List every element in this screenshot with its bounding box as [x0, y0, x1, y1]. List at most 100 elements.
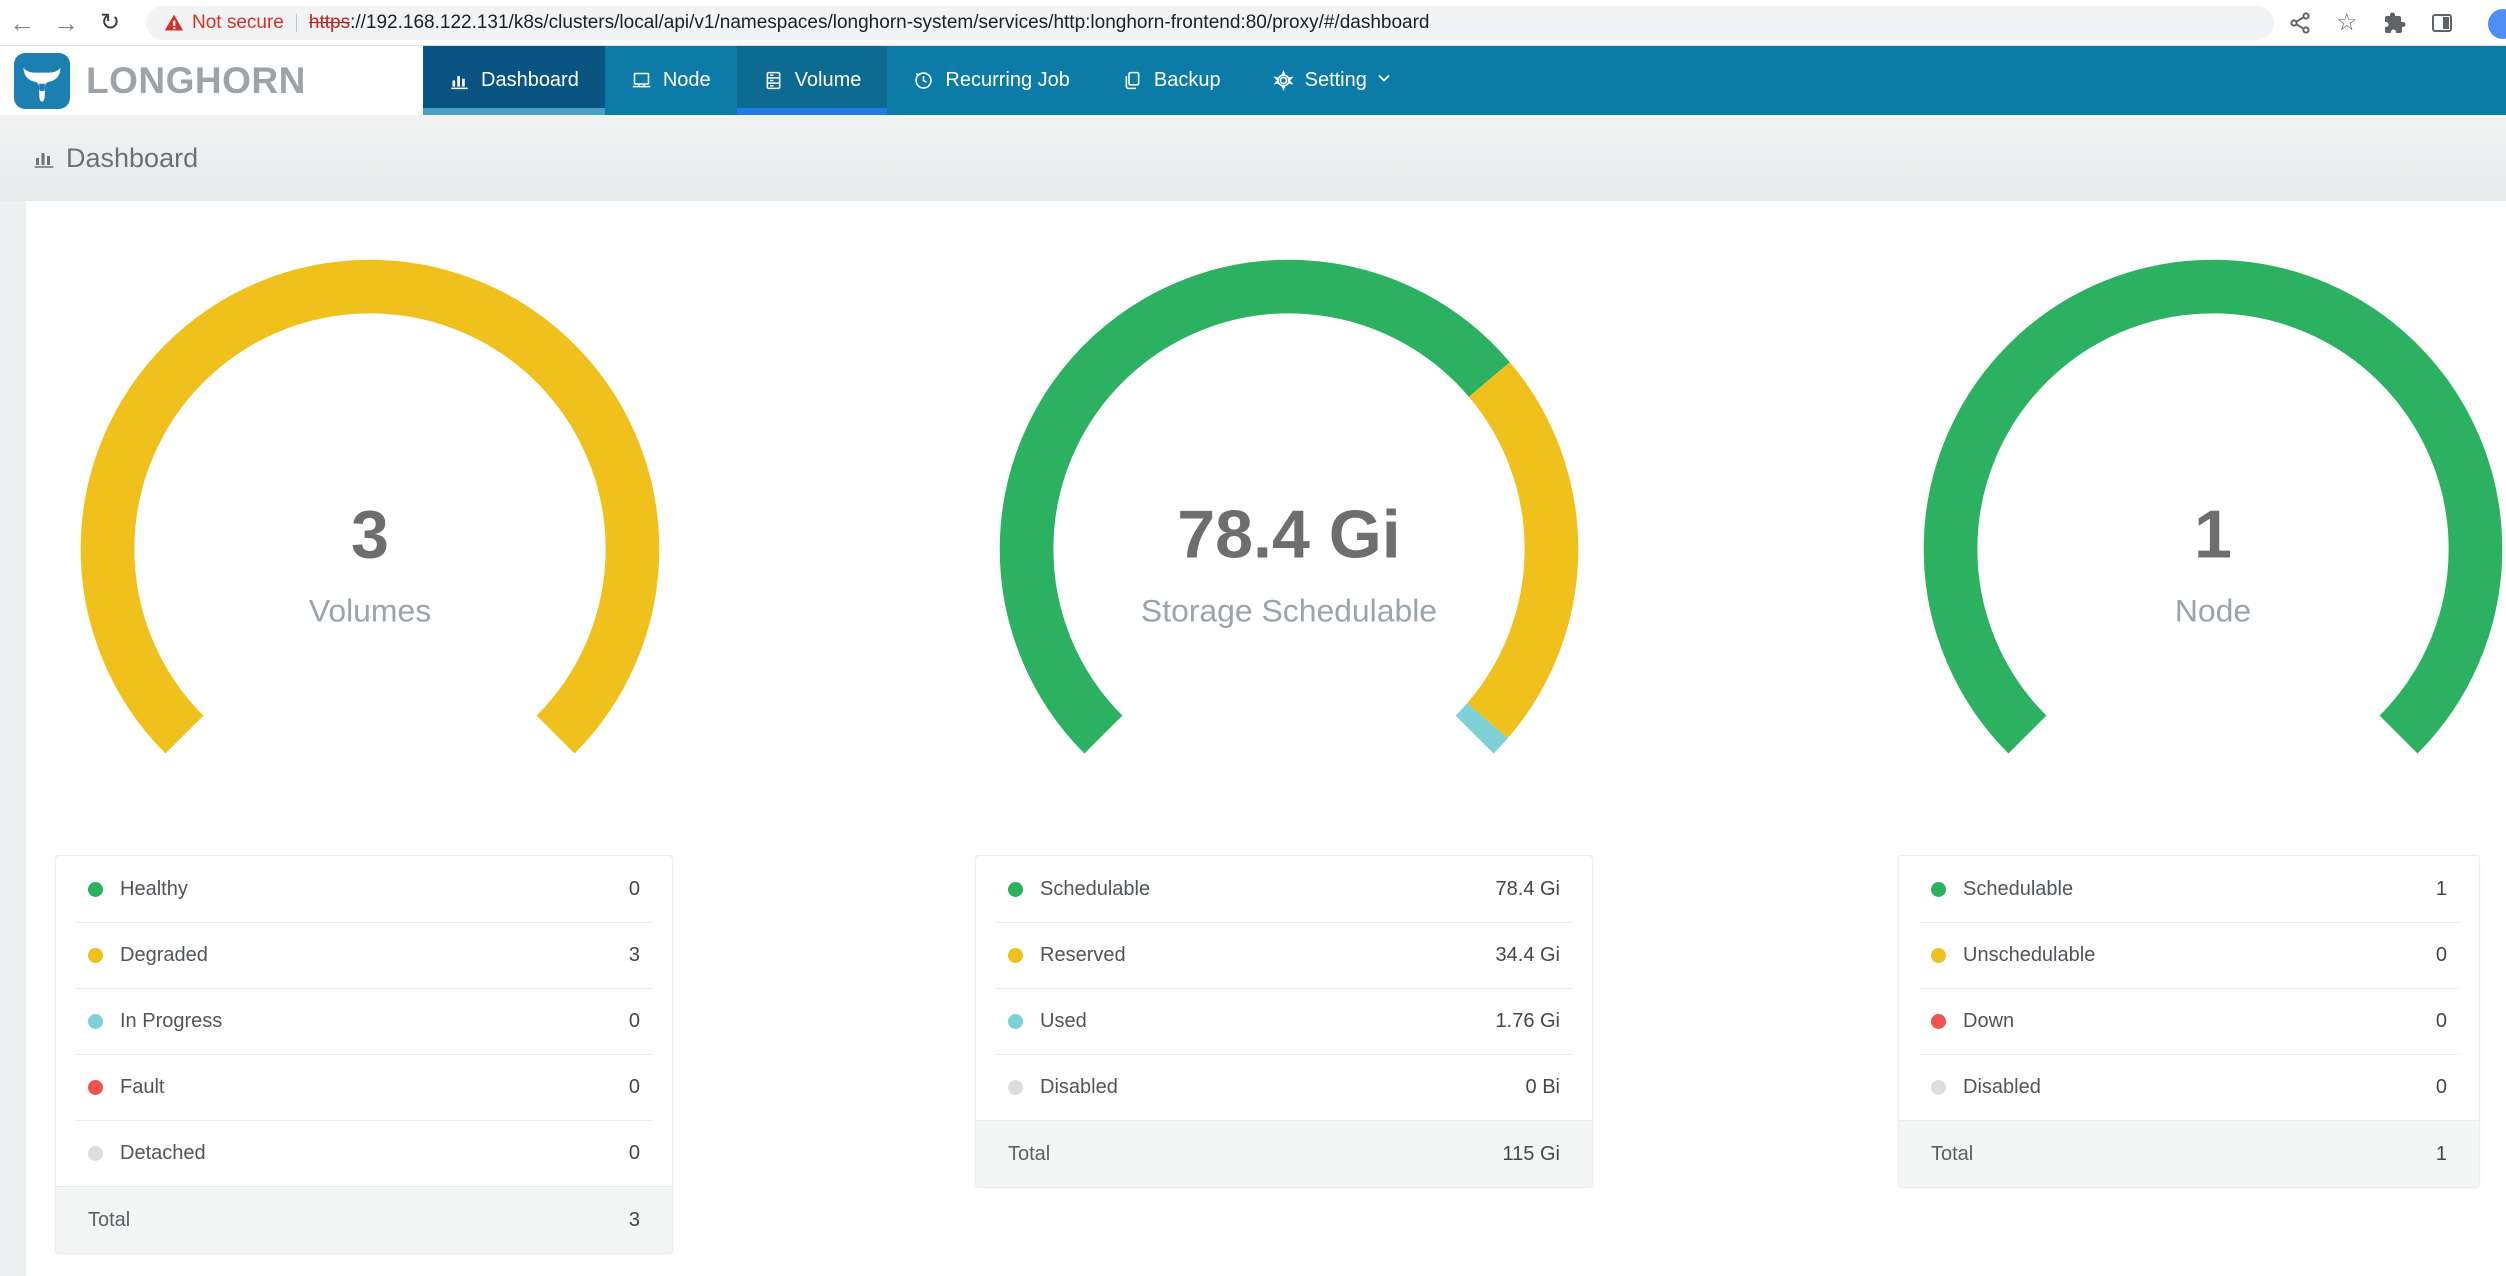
bull-logo-icon	[14, 53, 70, 109]
status-dot	[1008, 948, 1023, 963]
tab-underline	[1247, 108, 1418, 115]
legend-label: Schedulable	[1040, 878, 1496, 901]
nav-item-volume[interactable]: Volume	[737, 46, 888, 115]
status-dot	[88, 882, 103, 897]
legend-label: Schedulable	[1963, 878, 2436, 901]
node-icon	[631, 70, 652, 91]
address-bar[interactable]: Not secure https://192.168.122.131/k8s/c…	[146, 6, 2274, 40]
total-label: Total	[1931, 1143, 2436, 1166]
gauge-center-value: 78.4 Gi	[1177, 497, 1401, 573]
back-button[interactable]: ←	[0, 0, 44, 46]
browser-toolbar: ← → ↻ Not secure https://192.168.122.131…	[0, 0, 2506, 46]
reload-button[interactable]: ↻	[88, 0, 132, 46]
legend-row: Reserved34.4 Gi	[996, 922, 1572, 988]
status-dot	[1931, 948, 1946, 963]
total-label: Total	[1008, 1143, 1503, 1166]
legend-value: 0	[2436, 1010, 2447, 1033]
legend-value: 0	[629, 1076, 640, 1099]
nav-item-node[interactable]: Node	[605, 46, 737, 115]
gauge-center-label: Volumes	[309, 593, 431, 629]
browser-actions: ☆	[2288, 11, 2454, 35]
gauge-center-value: 1	[2194, 497, 2232, 573]
status-dot	[1931, 1014, 1946, 1029]
url-text: https://192.168.122.131/k8s/clusters/loc…	[309, 12, 1430, 34]
nav-item-label: Setting	[1305, 69, 1367, 92]
tab-underline	[1096, 108, 1247, 115]
legend-value: 0	[2436, 944, 2447, 967]
legend-total-row: Total3	[56, 1186, 672, 1253]
status-dot	[88, 1146, 103, 1161]
nav-item-backup[interactable]: Backup	[1096, 46, 1247, 115]
status-dot	[1931, 1080, 1946, 1095]
bar-chart-icon	[32, 146, 56, 170]
nav-item-dashboard[interactable]: Dashboard	[423, 46, 605, 115]
gauge-storage-schedulable: 78.4 GiStorage Schedulable	[999, 259, 1579, 844]
nav-item-recurring-job[interactable]: Recurring Job	[887, 46, 1096, 115]
status-dot	[1008, 1080, 1023, 1095]
status-dot	[1008, 1014, 1023, 1029]
gauge-node: 1 Node	[1923, 259, 2503, 844]
total-label: Total	[88, 1209, 629, 1232]
volume-icon	[763, 70, 784, 91]
nav-item-setting[interactable]: Setting	[1247, 46, 1418, 115]
page-title-bar: Dashboard	[0, 115, 2506, 201]
forward-button[interactable]: →	[44, 0, 88, 46]
gear-icon	[1273, 70, 1294, 91]
tab-underline	[737, 108, 888, 115]
brand-name: LONGHORN	[86, 60, 306, 102]
gauge-center-label: Node	[2175, 593, 2251, 629]
legend-label: Fault	[120, 1076, 629, 1099]
nav-item-label: Volume	[795, 69, 862, 92]
legend-row: Healthy0	[76, 856, 652, 922]
legend-card: Schedulable78.4 GiReserved34.4 GiUsed1.7…	[975, 855, 1593, 1188]
status-dot	[1931, 882, 1946, 897]
total-value: 1	[2436, 1143, 2447, 1166]
profile-avatar[interactable]	[2488, 9, 2506, 39]
side-panel-icon[interactable]	[2430, 11, 2454, 35]
tab-underline	[605, 108, 737, 115]
legend-value: 0	[2436, 1076, 2447, 1099]
main-nav: Dashboard Node Volume Recurring Job Backup Se…	[423, 46, 1418, 115]
status-dot	[88, 1014, 103, 1029]
legend-total-row: Total1	[1899, 1120, 2479, 1187]
legend-row: Detached0	[76, 1120, 652, 1186]
longhorn-logo[interactable]: LONGHORN	[0, 46, 423, 115]
legend-label: Degraded	[120, 944, 629, 967]
backup-icon	[1122, 70, 1143, 91]
legend-card: Healthy0Degraded3In Progress0Fault0Detac…	[55, 855, 673, 1254]
clock-icon	[913, 70, 934, 91]
gauge-chart: 1 Node	[1923, 259, 2503, 839]
total-value: 115 Gi	[1503, 1143, 1560, 1166]
legend-value: 0	[629, 878, 640, 901]
legend-label: Unschedulable	[1963, 944, 2436, 967]
legend-total-row: Total115 Gi	[976, 1120, 1592, 1187]
legend-row: Disabled0	[1919, 1054, 2459, 1120]
legend-label: Reserved	[1040, 944, 1496, 967]
not-secure-label: Not secure	[192, 12, 284, 34]
legend-label: Healthy	[120, 878, 629, 901]
nav-item-label: Backup	[1154, 69, 1221, 92]
legend-row: Schedulable78.4 Gi	[996, 856, 1572, 922]
share-icon[interactable]	[2288, 11, 2312, 35]
gauge-volumes: 3Volumes	[80, 259, 660, 844]
legend-card: Schedulable1Unschedulable0Down0Disabled0…	[1898, 855, 2480, 1188]
url-scheme: https	[309, 12, 350, 33]
not-secure-warning-icon	[164, 13, 184, 33]
legend-value: 3	[629, 944, 640, 967]
legend-rows: Healthy0Degraded3In Progress0Fault0Detac…	[56, 856, 672, 1186]
nav-item-label: Node	[663, 69, 711, 92]
tab-underline	[887, 108, 1096, 115]
legend-row: Schedulable1	[1919, 856, 2459, 922]
legend-label: Down	[1963, 1010, 2436, 1033]
legend-label: In Progress	[120, 1010, 629, 1033]
legend-row: Degraded3	[76, 922, 652, 988]
legend-row: Down0	[1919, 988, 2459, 1054]
extensions-puzzle-icon[interactable]	[2382, 11, 2406, 35]
bookmark-star-icon[interactable]: ☆	[2336, 11, 2358, 35]
gauge-chart: 78.4 GiStorage Schedulable	[999, 259, 1579, 839]
legend-label: Disabled	[1040, 1076, 1526, 1099]
page-title: Dashboard	[66, 143, 198, 174]
omnibox-divider	[296, 14, 297, 32]
legend-value: 0 Bi	[1526, 1076, 1560, 1099]
legend-value: 1	[2436, 878, 2447, 901]
